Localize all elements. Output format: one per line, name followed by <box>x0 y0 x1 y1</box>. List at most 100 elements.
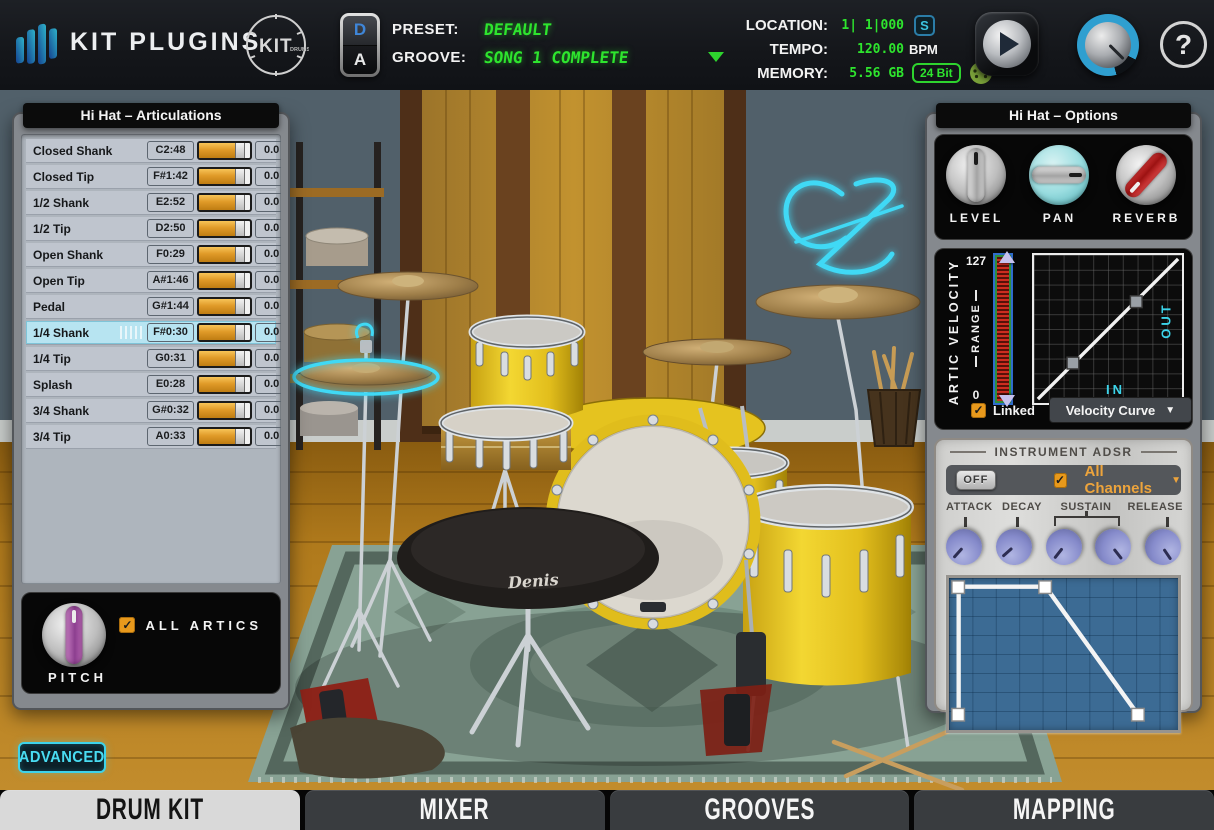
toggle-d-label[interactable]: D <box>343 16 377 46</box>
level-knob[interactable]: LEVEL <box>946 145 1007 225</box>
fader-handle[interactable] <box>234 195 245 210</box>
fader-handle[interactable] <box>234 221 245 236</box>
midi-note-box[interactable]: A0:33 <box>147 427 194 446</box>
articulation-row[interactable]: 3/4 Shank G#0:32 0.0 dB <box>26 399 281 423</box>
articulation-row[interactable]: 1/2 Shank E2:52 0.0 dB <box>26 191 281 215</box>
articulation-fader[interactable] <box>197 297 252 316</box>
fader-handle[interactable] <box>234 299 245 314</box>
solo-badge[interactable]: S <box>914 14 935 36</box>
db-value-box[interactable]: 0.0 dB <box>255 193 281 212</box>
midi-note-box[interactable]: E2:52 <box>147 193 194 212</box>
articulation-fader[interactable] <box>197 349 252 368</box>
articulation-row[interactable]: Splash E0:28 0.0 dB <box>26 373 281 397</box>
db-value-box[interactable]: 0.0 dB <box>255 323 281 342</box>
db-value-box[interactable]: 0.0 dB <box>255 401 281 420</box>
articulation-row[interactable]: Closed Tip F#1:42 0.0 dB <box>26 165 281 189</box>
adsr-envelope-graph[interactable] <box>946 575 1181 733</box>
db-value-box[interactable]: 0.0 dB <box>255 245 281 264</box>
checkbox-icon[interactable] <box>971 402 986 418</box>
articulation-fader[interactable] <box>197 141 252 160</box>
articulation-fader[interactable] <box>197 245 252 264</box>
adsr-channels-dropdown[interactable]: All Channels ▼ <box>1085 463 1182 497</box>
release-knob[interactable] <box>1138 522 1188 572</box>
all-artics-checkbox[interactable]: ALL ARTICS <box>119 617 262 633</box>
midi-note-box[interactable]: A#1:46 <box>147 271 194 290</box>
articulation-row[interactable]: 3/4 Tip A0:33 0.0 dB <box>26 425 281 449</box>
reverb-knob[interactable]: REVERB <box>1112 145 1180 225</box>
articulation-fader[interactable] <box>197 375 252 394</box>
articulation-fader[interactable] <box>197 193 252 212</box>
articulation-row[interactable]: Open Tip A#1:46 0.0 dB <box>26 269 281 293</box>
articulation-row[interactable]: Pedal G#1:44 0.0 dB <box>26 295 281 319</box>
articulation-fader[interactable] <box>197 401 252 420</box>
fader-handle[interactable] <box>234 429 245 444</box>
crash-cymbal-right[interactable] <box>642 338 792 366</box>
pitch-knob[interactable] <box>42 603 106 667</box>
tempo-value[interactable]: 120.00 <box>828 42 904 57</box>
midi-note-box[interactable]: G#0:32 <box>147 401 194 420</box>
fader-handle[interactable] <box>234 247 245 262</box>
groove-value[interactable]: SONG 1 COMPLETE <box>483 48 630 67</box>
articulation-row[interactable]: 1/4 Shank F#0:30 0.0 dB <box>26 321 281 345</box>
pan-knob[interactable]: PAN <box>1029 145 1090 225</box>
master-volume-knob[interactable] <box>1077 14 1139 76</box>
fader-handle[interactable] <box>234 325 245 340</box>
db-value-box[interactable]: 0.0 dB <box>255 297 281 316</box>
articulation-row[interactable]: 1/4 Tip G0:31 0.0 dB <box>26 347 281 371</box>
articulation-fader[interactable] <box>197 271 252 290</box>
tab-mapping[interactable]: MAPPING <box>914 790 1214 830</box>
articulation-fader[interactable] <box>197 427 252 446</box>
velocity-range-slider[interactable] <box>993 251 1015 407</box>
tab-grooves[interactable]: GROOVES <box>609 790 910 830</box>
range-top-handle[interactable] <box>999 251 1015 263</box>
dropdown-arrow-icon[interactable] <box>708 52 724 62</box>
bit-depth-badge[interactable]: 24 Bit <box>912 63 961 83</box>
ride-cymbal[interactable] <box>755 284 921 320</box>
db-value-box[interactable]: 0.0 dB <box>255 271 281 290</box>
adsr-off-button[interactable]: OFF <box>956 470 996 490</box>
fader-handle[interactable] <box>234 169 245 184</box>
midi-note-box[interactable]: E0:28 <box>147 375 194 394</box>
velocity-curve-graph[interactable]: IN OUT <box>1032 253 1184 405</box>
articulation-fader[interactable] <box>197 167 252 186</box>
direct-ambient-toggle[interactable]: D A <box>340 13 380 77</box>
adsr-channels-checkbox[interactable] <box>1053 472 1067 488</box>
db-value-box[interactable]: 0.0 dB <box>255 349 281 368</box>
velocity-curve-dropdown[interactable]: Velocity Curve ▼ <box>1048 397 1192 423</box>
fader-handle[interactable] <box>234 351 245 366</box>
articulation-row[interactable]: Closed Shank C2:48 0.0 dB <box>26 139 281 163</box>
sustain-end-knob[interactable] <box>1087 521 1139 573</box>
db-value-box[interactable]: 0.0 dB <box>255 375 281 394</box>
tab-drum-kit[interactable]: DRUM KIT <box>0 790 300 830</box>
midi-note-box[interactable]: F#1:42 <box>147 167 194 186</box>
help-button[interactable]: ? <box>1160 21 1207 68</box>
advanced-button[interactable]: ADVANCED <box>18 742 106 773</box>
attack-knob[interactable] <box>938 521 990 573</box>
midi-note-box[interactable]: G#1:44 <box>147 297 194 316</box>
db-value-box[interactable]: 0.0 dB <box>255 219 281 238</box>
midi-note-box[interactable]: C2:48 <box>147 141 194 160</box>
db-value-box[interactable]: 0.0 dB <box>255 427 281 446</box>
fader-handle[interactable] <box>234 143 245 158</box>
midi-note-box[interactable]: F#0:30 <box>147 323 194 342</box>
midi-note-box[interactable]: F0:29 <box>147 245 194 264</box>
decay-knob[interactable] <box>988 521 1040 573</box>
articulation-fader[interactable] <box>197 219 252 238</box>
snare-drum[interactable] <box>438 404 574 471</box>
fader-handle[interactable] <box>234 377 245 392</box>
midi-note-box[interactable]: G0:31 <box>147 349 194 368</box>
sustain-start-knob[interactable] <box>1038 521 1089 573</box>
fader-handle[interactable] <box>234 403 245 418</box>
midi-note-box[interactable]: D2:50 <box>147 219 194 238</box>
linked-checkbox[interactable]: Linked <box>971 402 1035 418</box>
articulation-row[interactable]: Open Shank F0:29 0.0 dB <box>26 243 281 267</box>
tab-mixer[interactable]: MIXER <box>304 790 605 830</box>
checkbox-icon[interactable] <box>119 617 136 633</box>
play-button[interactable] <box>975 12 1039 76</box>
crash-cymbal-left[interactable] <box>337 271 479 301</box>
preset-value[interactable]: DEFAULT <box>483 20 553 39</box>
articulation-row[interactable]: 1/2 Tip D2:50 0.0 dB <box>26 217 281 241</box>
db-value-box[interactable]: 0.0 dB <box>255 141 281 160</box>
db-value-box[interactable]: 0.0 dB <box>255 167 281 186</box>
articulation-fader[interactable] <box>197 323 252 342</box>
